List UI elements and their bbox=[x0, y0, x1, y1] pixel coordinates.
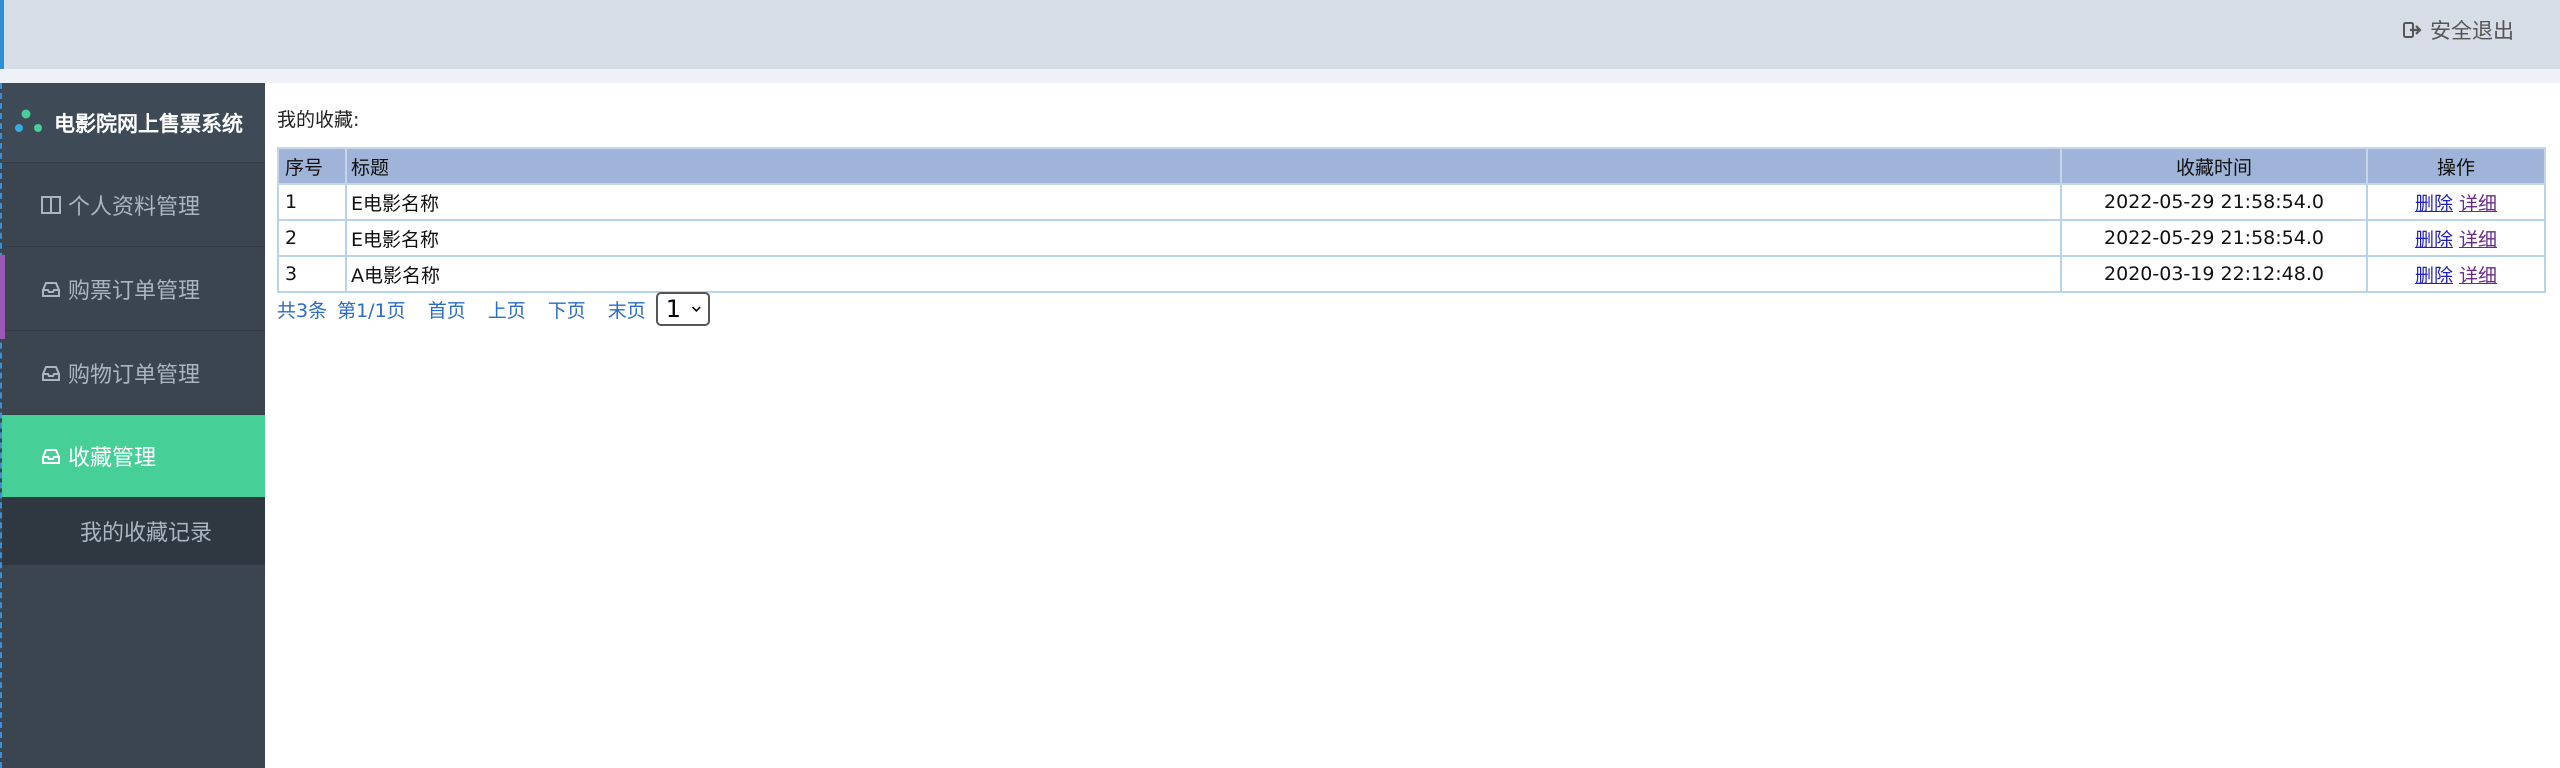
sidebar-item-favorites[interactable]: 收藏管理 bbox=[2, 415, 265, 497]
logout-label: 安全退出 bbox=[2430, 19, 2514, 43]
cell-actions: 删除 详细 bbox=[2366, 219, 2546, 257]
cell-time: 2022-05-29 21:58:54.0 bbox=[2060, 219, 2368, 257]
sidebar: 电影院网上售票系统 个人资料管理 购票订单管理 购物订单管理 收藏管理 我的收藏… bbox=[0, 83, 265, 768]
sidebar-item-label: 购票订单管理 bbox=[68, 278, 201, 304]
cell-time: 2022-05-29 21:58:54.0 bbox=[2060, 183, 2368, 221]
pagination: 共3条 第1/1页 首页 上页 下页 末页 1 bbox=[277, 291, 710, 327]
pager-next-link[interactable]: 下页 bbox=[548, 296, 586, 323]
detail-link[interactable]: 详细 bbox=[2459, 265, 2497, 287]
page-select-value: 1 bbox=[665, 295, 682, 323]
page-title: 我的收藏: bbox=[277, 109, 360, 131]
sidebar-item-ticket-orders[interactable]: 购票订单管理 bbox=[0, 247, 265, 339]
cell-no: 2 bbox=[277, 219, 347, 257]
table-row: 3 A电影名称 2020-03-19 22:12:48.0 删除 详细 bbox=[277, 255, 2546, 293]
brand-title: 电影院网上售票系统 bbox=[54, 111, 243, 136]
table-row: 2 E电影名称 2022-05-29 21:58:54.0 删除 详细 bbox=[277, 219, 2546, 257]
header-divider bbox=[0, 69, 2560, 83]
pager-first-link[interactable]: 首页 bbox=[428, 296, 466, 323]
sign-out-icon bbox=[2403, 22, 2422, 38]
inbox-icon bbox=[40, 278, 62, 300]
favorites-table: 序号 标题 收藏时间 操作 1 E电影名称 2022-05-29 21:58:5… bbox=[277, 147, 2546, 293]
cell-actions: 删除 详细 bbox=[2366, 255, 2546, 293]
sidebar-item-label: 收藏管理 bbox=[68, 446, 157, 471]
sidebar-item-profile[interactable]: 个人资料管理 bbox=[2, 163, 265, 247]
pager-prev-link[interactable]: 上页 bbox=[488, 296, 526, 323]
sidebar-subitem-my-favorites[interactable]: 我的收藏记录 bbox=[2, 497, 265, 565]
detail-link[interactable]: 详细 bbox=[2459, 193, 2497, 215]
brand-logo-icon bbox=[15, 109, 42, 132]
top-bar: 安全退出 bbox=[0, 0, 2560, 69]
table-row: 1 E电影名称 2022-05-29 21:58:54.0 删除 详细 bbox=[277, 183, 2546, 221]
brand: 电影院网上售票系统 bbox=[2, 83, 265, 163]
cell-title: E电影名称 bbox=[345, 183, 2062, 221]
cell-no: 1 bbox=[277, 183, 347, 221]
table-header-row: 序号 标题 收藏时间 操作 bbox=[277, 147, 2546, 185]
detail-link[interactable]: 详细 bbox=[2459, 229, 2497, 251]
inbox-icon bbox=[40, 445, 62, 467]
logout-button[interactable]: 安全退出 bbox=[2402, 16, 2514, 44]
delete-link[interactable]: 删除 bbox=[2415, 229, 2453, 251]
sidebar-item-label: 购物订单管理 bbox=[68, 362, 201, 388]
sidebar-item-shopping-orders[interactable]: 购物订单管理 bbox=[2, 331, 265, 415]
main-content: 我的收藏: 序号 标题 收藏时间 操作 1 E电影名称 2022-05-29 2… bbox=[265, 83, 2560, 768]
column-header-no: 序号 bbox=[277, 147, 347, 185]
column-header-time: 收藏时间 bbox=[2060, 147, 2368, 185]
delete-link[interactable]: 删除 bbox=[2415, 265, 2453, 287]
pager-page-info: 第1/1页 bbox=[337, 299, 406, 322]
columns-icon bbox=[40, 194, 62, 216]
window-edge bbox=[0, 0, 4, 69]
cell-title: A电影名称 bbox=[345, 255, 2062, 293]
sidebar-subitem-label: 我的收藏记录 bbox=[80, 521, 213, 546]
pager-total: 共3条 bbox=[277, 299, 328, 322]
chevron-down-icon bbox=[692, 306, 701, 312]
delete-link[interactable]: 删除 bbox=[2415, 193, 2453, 215]
page-select[interactable]: 1 bbox=[655, 292, 710, 326]
inbox-icon bbox=[40, 362, 62, 384]
column-header-actions: 操作 bbox=[2366, 147, 2546, 185]
cell-time: 2020-03-19 22:12:48.0 bbox=[2060, 255, 2368, 293]
sidebar-item-label: 个人资料管理 bbox=[68, 194, 201, 220]
cell-title: E电影名称 bbox=[345, 219, 2062, 257]
column-header-title: 标题 bbox=[345, 147, 2062, 185]
cell-no: 3 bbox=[277, 255, 347, 293]
pager-last-link[interactable]: 末页 bbox=[608, 296, 646, 323]
cell-actions: 删除 详细 bbox=[2366, 183, 2546, 221]
